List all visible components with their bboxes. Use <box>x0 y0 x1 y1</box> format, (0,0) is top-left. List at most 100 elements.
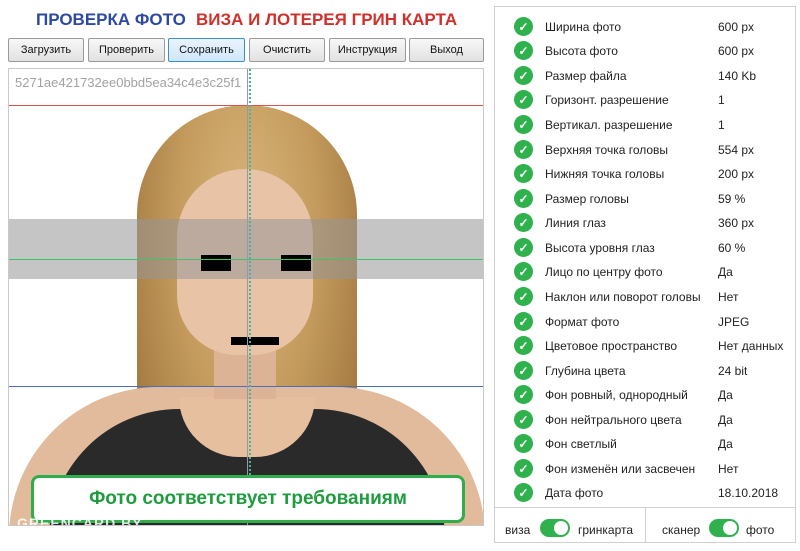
check-icon: ✓ <box>514 385 533 404</box>
result-row: ✓ Цветовое пространство Нет данных <box>495 334 795 358</box>
result-value: 554 px <box>718 143 755 157</box>
result-row: ✓ Нижняя точка головы 200 px <box>495 162 795 186</box>
result-value: 600 px <box>718 20 755 34</box>
check-icon: ✓ <box>514 483 533 502</box>
result-label: Цветовое пространство <box>545 339 678 353</box>
result-label: Ширина фото <box>545 20 622 34</box>
clear-button[interactable]: Очистить <box>249 38 325 62</box>
results-panel: ✓ Ширина фото 600 px ✓ Высота фото 600 px ✓ Р… <box>494 6 796 543</box>
face-center-guide <box>249 69 251 525</box>
check-icon: ✓ <box>514 287 533 306</box>
upload-button[interactable]: Загрузить <box>8 38 84 62</box>
result-value: 60 % <box>718 241 746 255</box>
result-value: Нет данных <box>718 339 784 353</box>
result-value: Да <box>718 437 733 451</box>
result-value: JPEG <box>718 315 750 329</box>
result-value: Да <box>718 265 733 279</box>
check-icon: ✓ <box>514 140 533 159</box>
toggle-photo-label: фото <box>746 523 775 537</box>
result-label: Нижняя точка головы <box>545 167 665 181</box>
result-value: Да <box>718 413 733 427</box>
toggle-visa-label: виза <box>505 523 531 537</box>
result-value: 1 <box>718 118 725 132</box>
result-label: Горизонт. разрешение <box>545 93 669 107</box>
check-icon: ✓ <box>514 361 533 380</box>
check-icon: ✓ <box>514 336 533 355</box>
result-value: 600 px <box>718 44 755 58</box>
title-photo-check: ПРОВЕРКА ФОТО <box>36 10 186 29</box>
result-value: 200 px <box>718 167 755 181</box>
watermark-text: GREENCARD.BY <box>17 515 143 526</box>
result-row: ✓ Высота уровня глаз 60 % <box>495 236 795 260</box>
center-vertical-guide <box>247 69 248 525</box>
result-label: Линия глаз <box>545 216 606 230</box>
result-label: Фон светлый <box>545 437 617 451</box>
toggle-separator <box>645 507 646 543</box>
check-icon: ✓ <box>514 66 533 85</box>
check-icon: ✓ <box>514 410 533 429</box>
result-value: 59 % <box>718 192 746 206</box>
result-label: Высота фото <box>545 44 618 58</box>
toggle-greencard-label: гринкарта <box>578 523 634 537</box>
result-value: 18.10.2018 <box>718 486 779 500</box>
result-label: Фон изменён или засвечен <box>545 462 696 476</box>
result-row: ✓ Формат фото JPEG <box>495 310 795 334</box>
result-value: 1 <box>718 93 725 107</box>
check-icon: ✓ <box>514 90 533 109</box>
result-value: Да <box>718 388 733 402</box>
result-row: ✓ Высота фото 600 px <box>495 39 795 63</box>
result-row: ✓ Фон нейтрального цвета Да <box>495 408 795 432</box>
result-row: ✓ Лицо по центру фото Да <box>495 260 795 284</box>
result-label: Размер файла <box>545 69 627 83</box>
check-icon: ✓ <box>514 41 533 60</box>
toggle-knob <box>554 521 568 535</box>
exit-button[interactable]: Выход <box>409 38 484 62</box>
photo-hash: 5271ae421732ee0bbd5ea34c4e3c25f1 <box>15 75 242 90</box>
scanner-photo-toggle[interactable] <box>709 519 739 537</box>
result-label: Высота уровня глаз <box>545 241 655 255</box>
result-row: ✓ Фон изменён или засвечен Нет <box>495 457 795 481</box>
result-label: Дата фото <box>545 486 604 500</box>
result-row: ✓ Ширина фото 600 px <box>495 15 795 39</box>
result-row: ✓ Вертикал. разрешение 1 <box>495 113 795 137</box>
result-row: ✓ Размер файла 140 Kb <box>495 64 795 88</box>
result-value: 24 bit <box>718 364 748 378</box>
left-eye-mask <box>201 255 231 271</box>
check-icon: ✓ <box>514 164 533 183</box>
check-icon: ✓ <box>514 459 533 478</box>
result-label: Лицо по центру фото <box>545 265 663 279</box>
check-icon: ✓ <box>514 17 533 36</box>
result-row: ✓ Фон ровный, однородный Да <box>495 383 795 407</box>
result-label: Глубина цвета <box>545 364 626 378</box>
result-row: ✓ Наклон или поворот головы Нет <box>495 285 795 309</box>
check-icon: ✓ <box>514 312 533 331</box>
result-label: Наклон или поворот головы <box>545 290 701 304</box>
photo-preview[interactable]: 5271ae421732ee0bbd5ea34c4e3c25f1 Фото со… <box>8 68 484 526</box>
result-row: ✓ Глубина цвета 24 bit <box>495 359 795 383</box>
result-label: Размер головы <box>545 192 629 206</box>
check-icon: ✓ <box>514 213 533 232</box>
save-button[interactable]: Сохранить <box>168 38 245 62</box>
result-label: Вертикал. разрешение <box>545 118 673 132</box>
visa-greencard-toggle[interactable] <box>540 519 570 537</box>
check-button[interactable]: Проверить <box>88 38 165 62</box>
result-label: Формат фото <box>545 315 620 329</box>
result-label: Фон нейтрального цвета <box>545 413 682 427</box>
toggle-scanner-label: сканер <box>662 523 701 537</box>
result-value: Нет <box>718 462 739 476</box>
check-icon: ✓ <box>514 434 533 453</box>
check-icon: ✓ <box>514 189 533 208</box>
instructions-button[interactable]: Инструкция <box>329 38 406 62</box>
toolbar: Загрузить Проверить Сохранить Очистить И… <box>8 38 484 62</box>
toggle-knob <box>723 521 737 535</box>
result-row: ✓ Дата фото 18.10.2018 <box>495 481 795 505</box>
result-label: Фон ровный, однородный <box>545 388 688 402</box>
result-label: Верхняя точка головы <box>545 143 669 157</box>
title-visa-lottery: ВИЗА И ЛОТЕРЕЯ ГРИН КАРТА <box>196 10 458 29</box>
check-icon: ✓ <box>514 238 533 257</box>
app-header: ПРОВЕРКА ФОТО ВИЗА И ЛОТЕРЕЯ ГРИН КАРТА <box>0 8 490 30</box>
result-row: ✓ Верхняя точка головы 554 px <box>495 138 795 162</box>
result-row: ✓ Фон светлый Да <box>495 432 795 456</box>
check-icon: ✓ <box>514 115 533 134</box>
mouth-mask <box>231 337 279 345</box>
